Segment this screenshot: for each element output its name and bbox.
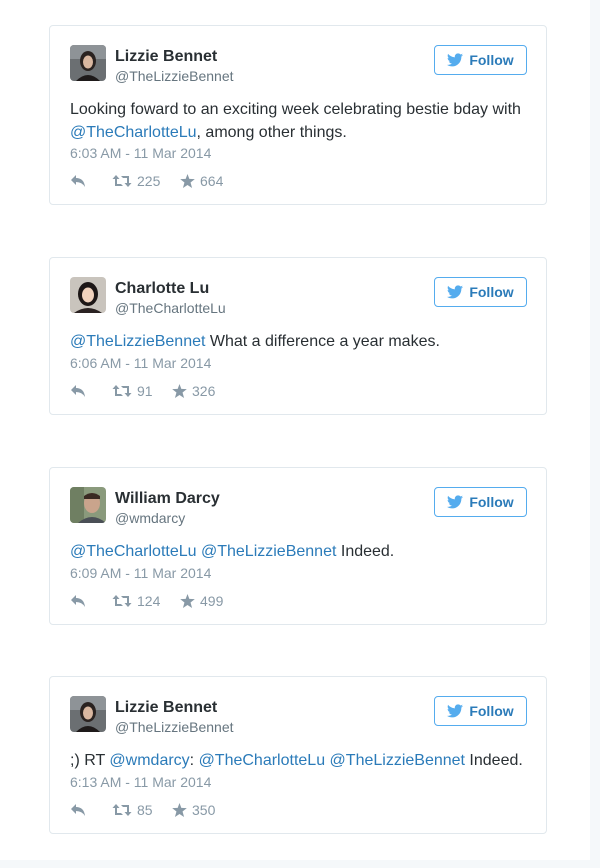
favorite-button[interactable]: 350	[172, 802, 242, 818]
display-name[interactable]: Charlotte Lu	[115, 280, 209, 298]
follow-label: Follow	[469, 284, 514, 300]
twitter-bird-icon	[447, 53, 464, 67]
tweet-text: @TheCharlotteLu @TheLizzieBennet Indeed.	[70, 540, 530, 563]
retweet-count: 124	[137, 593, 161, 609]
username[interactable]: @wmdarcy	[115, 510, 185, 526]
follow-label: Follow	[469, 494, 514, 510]
retweet-icon	[112, 595, 132, 607]
retweet-count: 85	[137, 802, 153, 818]
tweet-card: Lizzie Bennet @TheLizzieBennet Follow Lo…	[49, 25, 547, 205]
favorite-button[interactable]: 326	[172, 383, 242, 399]
display-name[interactable]: William Darcy	[115, 490, 220, 508]
tweet-card: William Darcy @wmdarcy Follow @TheCharlo…	[49, 467, 547, 625]
star-icon	[180, 594, 195, 608]
retweet-icon	[112, 175, 132, 187]
follow-button[interactable]: Follow	[434, 487, 527, 517]
username[interactable]: @TheCharlotteLu	[115, 300, 226, 316]
tweet-actions: 225 664	[70, 171, 250, 191]
mention-link[interactable]: @TheCharlotteLu	[70, 124, 197, 141]
reply-icon	[71, 385, 85, 397]
reply-button[interactable]	[70, 174, 112, 188]
display-name[interactable]: Lizzie Bennet	[115, 48, 217, 66]
tweet-card: Charlotte Lu @TheCharlotteLu Follow @The…	[49, 257, 547, 415]
follow-button[interactable]: Follow	[434, 696, 527, 726]
tweet-text: ;) RT @wmdarcy: @TheCharlotteLu @TheLizz…	[70, 749, 530, 772]
favorite-count: 664	[200, 173, 224, 189]
retweet-button[interactable]: 225	[112, 173, 180, 189]
mention-link[interactable]: @TheCharlotteLu	[70, 543, 197, 560]
tweet-actions: 85 350	[70, 800, 242, 820]
tweet-timestamp[interactable]: 6:13 AM - 11 Mar 2014	[70, 774, 211, 790]
mention-link[interactable]: @TheLizzieBennet	[330, 752, 465, 769]
twitter-bird-icon	[447, 495, 464, 509]
retweet-count: 225	[137, 173, 161, 189]
retweet-icon	[112, 385, 132, 397]
twitter-bird-icon	[447, 285, 464, 299]
follow-label: Follow	[469, 703, 514, 719]
username[interactable]: @TheLizzieBennet	[115, 68, 234, 84]
avatar[interactable]	[70, 45, 106, 81]
tweet-text-segment: What a difference a year makes.	[205, 333, 440, 350]
reply-button[interactable]	[70, 594, 112, 608]
mention-link[interactable]: @TheLizzieBennet	[201, 543, 336, 560]
reply-icon	[71, 595, 85, 607]
tweet-text-segment: ;) RT	[70, 752, 110, 769]
star-icon	[172, 803, 187, 817]
mention-link[interactable]: @wmdarcy	[109, 752, 189, 769]
mention-link[interactable]: @TheCharlotteLu	[199, 752, 326, 769]
reply-button[interactable]	[70, 384, 112, 398]
tweet-timestamp[interactable]: 6:09 AM - 11 Mar 2014	[70, 565, 211, 581]
favorite-count: 326	[192, 383, 216, 399]
star-icon	[172, 384, 187, 398]
tweet-text-segment: Indeed.	[336, 543, 395, 560]
tweet-actions: 124 499	[70, 591, 250, 611]
retweet-button[interactable]: 85	[112, 802, 172, 818]
page: Lizzie Bennet @TheLizzieBennet Follow Lo…	[0, 0, 590, 860]
tweet-text-segment: , among other things.	[196, 124, 347, 141]
avatar[interactable]	[70, 277, 106, 313]
reply-icon	[71, 175, 85, 187]
retweet-button[interactable]: 124	[112, 593, 180, 609]
favorite-count: 350	[192, 802, 216, 818]
retweet-count: 91	[137, 383, 153, 399]
tweet-text-segment: Indeed.	[464, 752, 523, 769]
favorite-count: 499	[200, 593, 224, 609]
favorite-button[interactable]: 664	[180, 173, 250, 189]
tweet-timestamp[interactable]: 6:03 AM - 11 Mar 2014	[70, 145, 211, 161]
follow-label: Follow	[469, 52, 514, 68]
reply-icon	[71, 804, 85, 816]
follow-button[interactable]: Follow	[434, 277, 527, 307]
tweet-timestamp[interactable]: 6:06 AM - 11 Mar 2014	[70, 355, 211, 371]
display-name[interactable]: Lizzie Bennet	[115, 699, 217, 717]
tweet-text-segment: Looking foward to an exciting week celeb…	[70, 101, 521, 118]
tweet-text-segment: :	[189, 752, 199, 769]
reply-button[interactable]	[70, 803, 112, 817]
tweet-text: @TheLizzieBennet What a difference a yea…	[70, 330, 530, 353]
avatar[interactable]	[70, 696, 106, 732]
tweet-actions: 91 326	[70, 381, 242, 401]
twitter-bird-icon	[447, 704, 464, 718]
follow-button[interactable]: Follow	[434, 45, 527, 75]
mention-link[interactable]: @TheLizzieBennet	[70, 333, 205, 350]
tweet-text: Looking foward to an exciting week celeb…	[70, 98, 530, 144]
avatar[interactable]	[70, 487, 106, 523]
retweet-button[interactable]: 91	[112, 383, 172, 399]
retweet-icon	[112, 804, 132, 816]
favorite-button[interactable]: 499	[180, 593, 250, 609]
star-icon	[180, 174, 195, 188]
tweet-card: Lizzie Bennet @TheLizzieBennet Follow ;)…	[49, 676, 547, 834]
username[interactable]: @TheLizzieBennet	[115, 719, 234, 735]
